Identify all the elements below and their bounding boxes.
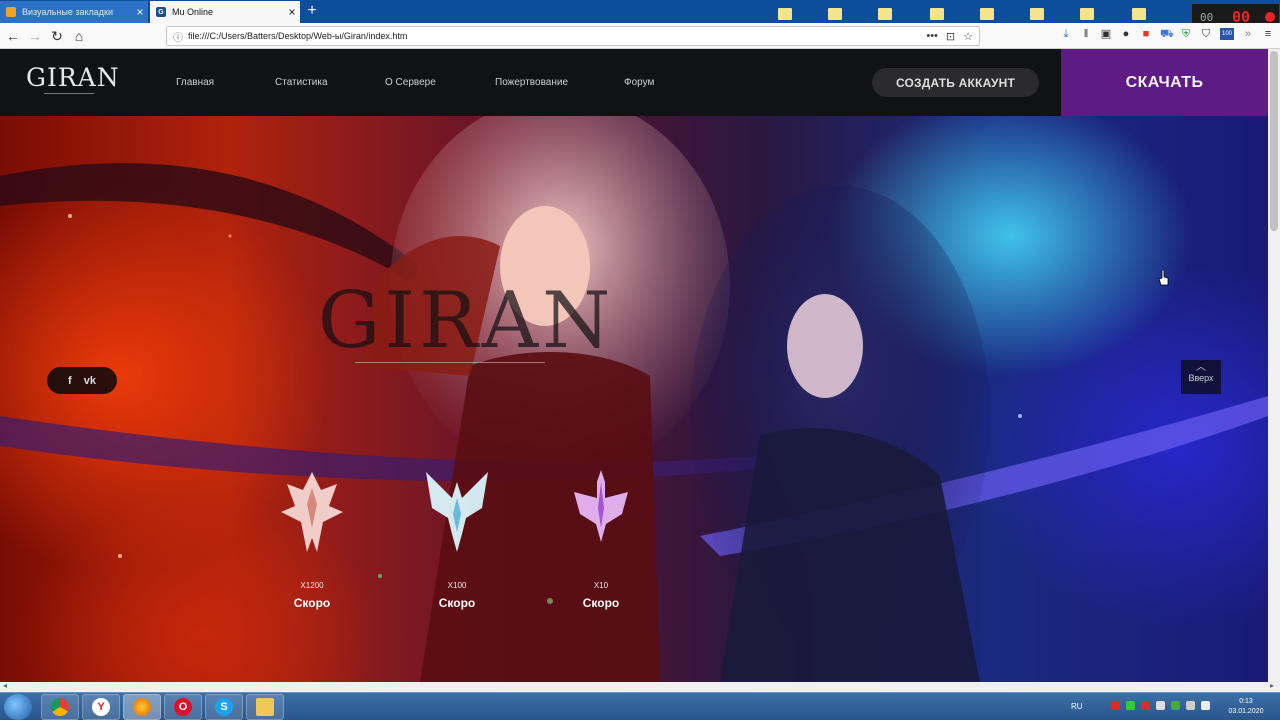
chrome-icon: [51, 698, 69, 716]
horizontal-scrollbar[interactable]: ◂ ▸: [0, 681, 1280, 692]
info-icon[interactable]: ⓘ: [173, 29, 183, 44]
yandex-icon: Y: [92, 698, 110, 716]
start-button[interactable]: [4, 694, 32, 720]
close-icon[interactable]: ×: [284, 5, 300, 19]
tray-app-icon[interactable]: [1156, 701, 1165, 710]
taskbar-chrome[interactable]: [41, 694, 79, 720]
download-button[interactable]: СКАЧАТЬ: [1061, 49, 1268, 116]
server-status: Скоро: [582, 596, 620, 610]
taskbar-yandex[interactable]: Y: [82, 694, 120, 720]
nav-link-donate[interactable]: Пожертвование: [495, 77, 568, 88]
hero-logo-underline: [355, 362, 545, 363]
browser-tab-bar: Визуальные закладки × G Mu Online × +: [0, 0, 1280, 23]
create-account-button[interactable]: СОЗДАТЬ АККАУНТ: [872, 68, 1039, 97]
counter-badge[interactable]: 100: [1220, 28, 1234, 40]
bookmarks-icon: [6, 7, 16, 17]
browser-nav-bar: ← → ↻ ⌂ ⓘ file:///C:/Users/Batters/Deskt…: [0, 23, 1280, 49]
home-icon[interactable]: ⌂: [68, 26, 90, 46]
server-rate: X1200: [300, 581, 324, 590]
back-icon[interactable]: ←: [2, 26, 24, 46]
clock-date: 03.01.2020: [1228, 708, 1264, 715]
page-actions-icon[interactable]: •••: [926, 30, 938, 43]
network-icon[interactable]: [1186, 701, 1195, 710]
tab-mu-online[interactable]: G Mu Online ×: [150, 1, 300, 23]
url-text[interactable]: file:///C:/Users/Batters/Desktop/Web-ы/G…: [188, 31, 407, 41]
back-to-top-button[interactable]: ︿ Вверх: [1181, 360, 1221, 394]
taskbar-opera[interactable]: O: [164, 694, 202, 720]
taskbar-explorer[interactable]: [246, 694, 284, 720]
tray-app-icon[interactable]: [1171, 701, 1180, 710]
language-indicator[interactable]: RU: [1071, 702, 1083, 711]
scrollbar-thumb[interactable]: [1270, 51, 1278, 231]
nav-link-forum[interactable]: Форум: [624, 77, 654, 88]
nav-link-statistics[interactable]: Статистика: [275, 77, 328, 88]
sword-emblem-icon: [574, 470, 628, 542]
hero-logo: GIRAN: [318, 276, 615, 366]
downloads-icon[interactable]: ⤓: [1060, 28, 1072, 40]
system-tray: [1111, 701, 1210, 710]
extension-icon[interactable]: ■: [1140, 28, 1152, 40]
server-rate: X10: [593, 581, 609, 590]
nav-link-about[interactable]: О Сервере: [385, 77, 436, 88]
reload-icon[interactable]: ↻: [46, 26, 68, 46]
tray-app-icon[interactable]: [1111, 701, 1120, 710]
system-clock[interactable]: 0:13 03.01.2020: [1224, 697, 1268, 717]
scroll-left-icon[interactable]: ◂: [3, 681, 7, 690]
extensions-icon[interactable]: »: [1242, 28, 1254, 40]
skype-icon: S: [215, 698, 233, 716]
vk-icon[interactable]: vk: [84, 375, 96, 387]
windows-taskbar: Y O S RU 0:13 03.01.2020: [0, 692, 1280, 720]
vertical-scrollbar[interactable]: [1268, 49, 1280, 682]
server-status: Скоро: [293, 596, 331, 610]
chevron-up-icon: ︿: [1196, 362, 1206, 373]
account-icon[interactable]: ●: [1120, 28, 1132, 40]
facebook-icon[interactable]: f: [68, 375, 72, 387]
bookmark-star-icon[interactable]: ☆: [963, 30, 973, 43]
crest-emblem-icon: [281, 472, 343, 552]
firefox-icon: [133, 698, 151, 716]
pocket-icon[interactable]: ⊡: [946, 30, 955, 43]
shield-icon[interactable]: ⛨: [1180, 28, 1192, 40]
scroll-right-icon[interactable]: ▸: [1270, 681, 1274, 690]
clock-time: 0:13: [1239, 698, 1253, 705]
social-links: f vk: [47, 367, 117, 394]
tray-check-icon[interactable]: [1126, 701, 1135, 710]
server-status: Скоро: [438, 596, 476, 610]
tray-app-icon[interactable]: [1141, 701, 1150, 710]
back-to-top-label: Вверх: [1188, 373, 1214, 383]
site-logo[interactable]: GIRAN: [26, 63, 120, 92]
tab-label: Визуальные закладки: [22, 7, 113, 17]
mouse-cursor-icon: [1159, 270, 1169, 286]
new-tab-button[interactable]: +: [302, 2, 322, 21]
vpn-shield-icon[interactable]: ⛉: [1200, 28, 1212, 40]
wings-emblem-icon: [426, 472, 488, 552]
site-header: GIRAN Главная Статистика О Сервере Пожер…: [0, 49, 1268, 116]
sidebar-icon[interactable]: ▣: [1100, 28, 1112, 40]
cart-icon[interactable]: ⛟: [1160, 28, 1174, 40]
taskbar-skype[interactable]: S: [205, 694, 243, 720]
close-icon[interactable]: ×: [132, 5, 148, 19]
library-icon[interactable]: ‖: [1080, 28, 1092, 40]
logo-underline: [44, 93, 94, 94]
tab-bookmarks[interactable]: Визуальные закладки ×: [0, 1, 148, 23]
server-card-x10[interactable]: X10 Скоро: [546, 468, 656, 610]
hero-banner: GIRAN f vk ︿ Вверх X1200 Скоро X100 Скор…: [0, 116, 1268, 682]
menu-icon[interactable]: ≡: [1262, 28, 1274, 40]
record-icon: [1265, 12, 1275, 22]
nav-link-home[interactable]: Главная: [176, 77, 214, 88]
folder-icon: [256, 698, 274, 716]
forward-icon[interactable]: →: [24, 26, 46, 46]
server-card-x1200[interactable]: X1200 Скоро: [257, 468, 367, 610]
server-rate: X100: [447, 581, 467, 590]
opera-icon: O: [174, 698, 192, 716]
site-favicon-icon: G: [156, 7, 166, 17]
server-card-x100[interactable]: X100 Скоро: [402, 468, 512, 610]
volume-icon[interactable]: [1201, 701, 1210, 710]
tab-label: Mu Online: [172, 7, 214, 17]
address-bar[interactable]: ⓘ file:///C:/Users/Batters/Desktop/Web-ы…: [166, 26, 980, 46]
background-folders: [760, 4, 1190, 22]
taskbar-firefox[interactable]: [123, 694, 161, 720]
